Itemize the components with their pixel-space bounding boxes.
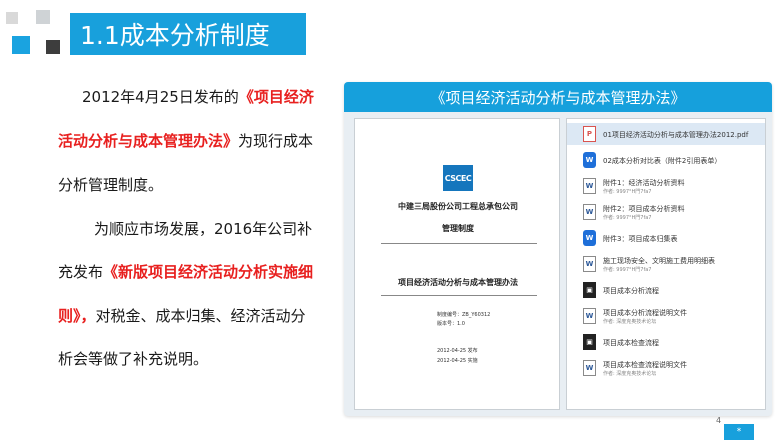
document-effective-date: 2012-04-25 实施 (437, 358, 478, 364)
paragraph-2-line-1: 为顺应市场发展，2016年公司补 (94, 220, 313, 238)
file-item[interactable]: ▣ 项目成本检查流程 (567, 331, 765, 353)
pdf-file-icon: P (583, 126, 596, 142)
file-item[interactable]: P 01项目经济活动分析与成本管理办法2012.pdf (567, 123, 765, 145)
file-item[interactable]: W 02成本分析对比表（附件2引用表单） (567, 149, 765, 171)
file-author: 作者: 深度克奥技术论坛 (603, 319, 657, 325)
corner-mark: * (724, 424, 754, 440)
file-name: 附件1：经济活动分析资料 (603, 179, 685, 187)
document-company: 中建三局股份公司工程总承包公司 (398, 202, 518, 211)
document-title: 项目经济活动分析与成本管理办法 (398, 278, 518, 287)
decor-square-dark (46, 40, 60, 54)
p1-highlight: 《项目经济 (238, 88, 314, 106)
flowchart-file-icon: ▣ (583, 334, 596, 350)
document-code: 制度编号：ZB_Y60312 (437, 312, 491, 318)
slide-title: 1.1成本分析制度 (80, 21, 270, 50)
file-item[interactable]: W 项目成本分析流程说明文件 作者: 深度克奥技术论坛 (567, 305, 765, 327)
p2-text-2: 对税金、成本归集、经济活动分 (95, 307, 306, 325)
file-list: P 01项目经济活动分析与成本管理办法2012.pdf W 02成本分析对比表（… (566, 118, 766, 410)
spreadsheet-file-icon: W (583, 152, 596, 168)
document-file-icon: W (583, 308, 596, 324)
file-author: 作者: 9997°H門7fa7 (603, 267, 652, 273)
document-publish-date: 2012-04-25 发布 (437, 348, 478, 354)
slide-title-banner: 1.1成本分析制度 (70, 13, 306, 55)
document-page: CSCEC 中建三局股份公司工程总承包公司 管理制度 项目经济活动分析与成本管理… (354, 118, 560, 410)
decor-square-light (36, 10, 50, 24)
p1-text-2: 为现行成本 (238, 132, 314, 150)
page-number: 4 (716, 416, 722, 425)
file-item[interactable]: W 项目成本检查流程说明文件 作者: 深度克奥技术论坛 (567, 357, 765, 379)
p1-text: 2012年4月25日发布的 (82, 88, 239, 106)
file-item[interactable]: W 附件3：项目成本归集表 (567, 227, 765, 249)
file-name: 附件3：项目成本归集表 (603, 235, 678, 243)
flowchart-file-icon: ▣ (583, 282, 596, 298)
paragraph-2-line-3: 则》，对税金、成本归集、经济活动分 (58, 309, 306, 324)
document-divider (381, 243, 537, 244)
company-logo: CSCEC (443, 165, 473, 191)
file-name: 施工现场安全、文明施工费用明细表 (603, 257, 715, 265)
file-name: 附件2：项目成本分析资料 (603, 205, 685, 213)
file-name: 项目成本分析流程说明文件 (603, 309, 687, 317)
paragraph-1-line-2: 活动分析与成本管理办法》为现行成本 (58, 134, 313, 149)
document-divider-2 (381, 295, 537, 296)
file-author: 作者: 9997°H門7fa7 (603, 215, 652, 221)
file-name: 项目成本分析流程 (603, 287, 659, 295)
document-version: 版本号：1.0 (437, 321, 465, 327)
p2-highlight: 《新版项目经济活动分析实施细 (103, 263, 314, 281)
file-item[interactable]: W 附件1：经济活动分析资料 作者: 9997°H門7fa7 (567, 175, 765, 197)
paragraph-2-line-4: 析会等做了补充说明。 (58, 350, 209, 368)
file-name: 项目成本检查流程 (603, 339, 659, 347)
document-file-icon: W (583, 178, 596, 194)
file-name: 02成本分析对比表（附件2引用表单） (603, 157, 722, 165)
panel-header: 《项目经济活动分析与成本管理办法》 (344, 82, 772, 112)
decor-square-gray (6, 12, 18, 24)
p2-highlight-2: 则》， (58, 307, 96, 325)
document-file-icon: W (583, 256, 596, 272)
p1-highlight-2: 活动分析与成本管理办法》 (58, 132, 239, 150)
p2-text: 充发布 (58, 263, 104, 281)
file-name: 01项目经济活动分析与成本管理办法2012.pdf (603, 131, 749, 139)
decor-square-blue (12, 36, 30, 54)
file-item[interactable]: W 附件2：项目成本分析资料 作者: 9997°H門7fa7 (567, 201, 765, 223)
file-item[interactable]: ▣ 项目成本分析流程 (567, 279, 765, 301)
file-author: 作者: 9997°H門7fa7 (603, 189, 652, 195)
paragraph-1-line-1: 2012年4月25日发布的《项目经济 (82, 90, 314, 105)
document-file-icon: W (583, 204, 596, 220)
document-type: 管理制度 (442, 224, 474, 233)
paragraph-2-line-2: 充发布《新版项目经济活动分析实施细 (58, 265, 313, 280)
file-name: 项目成本检查流程说明文件 (603, 361, 687, 369)
spreadsheet-file-icon: W (583, 230, 596, 246)
file-item[interactable]: W 施工现场安全、文明施工费用明细表 作者: 9997°H門7fa7 (567, 253, 765, 275)
paragraph-1-line-3: 分析管理制度。 (58, 176, 164, 194)
document-file-icon: W (583, 360, 596, 376)
file-author: 作者: 深度克奥技术论坛 (603, 371, 657, 377)
